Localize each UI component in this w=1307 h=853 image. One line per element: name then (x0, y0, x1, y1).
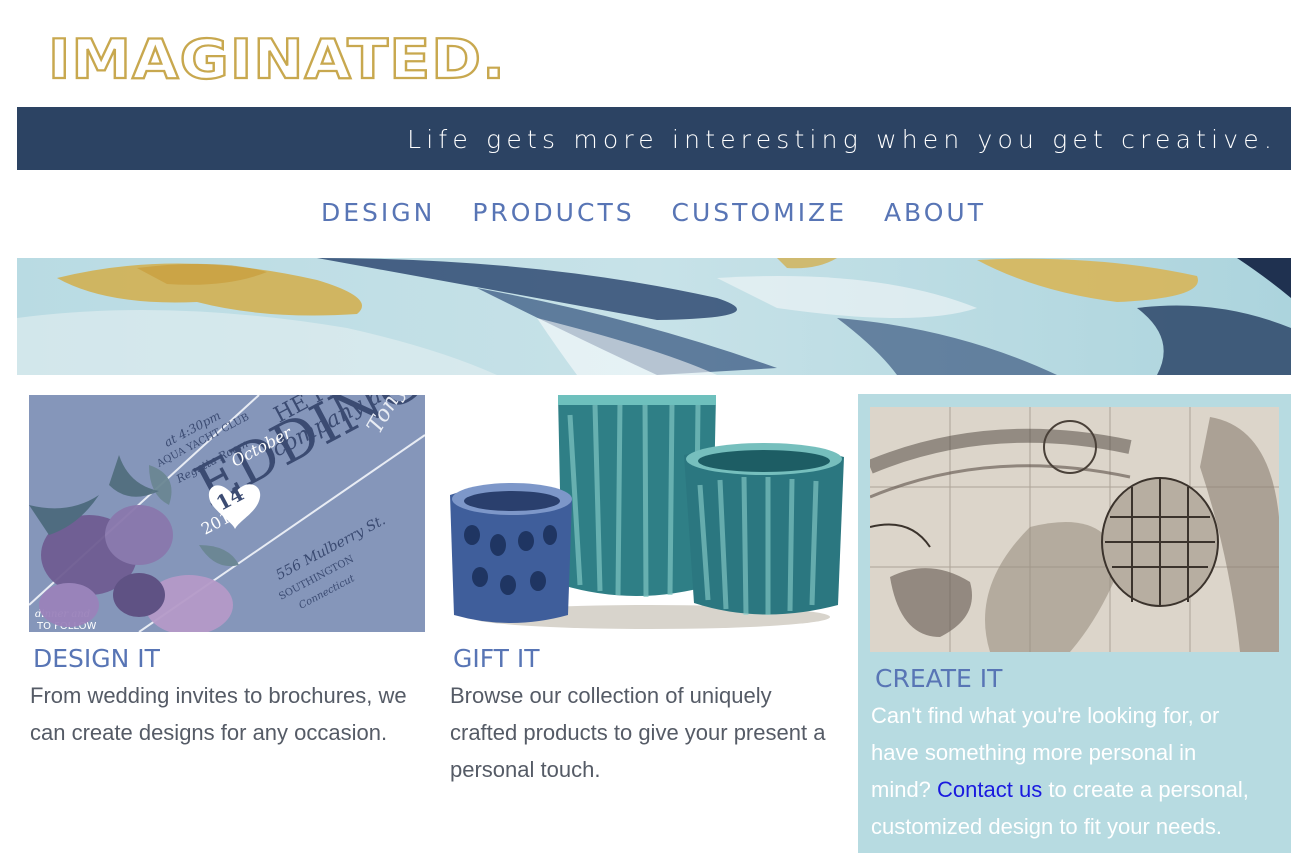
tagline-text: Life gets more interesting when you get … (407, 125, 1277, 154)
create-it-title[interactable]: CREATE IT (875, 664, 1002, 693)
main-nav: DESIGN PRODUCTS CUSTOMIZE ABOUT (0, 198, 1307, 227)
design-it-image[interactable]: HE PLEASURE company at their EDDING at 4… (29, 395, 425, 632)
gift-it-image[interactable] (450, 395, 844, 632)
nav-item-design[interactable]: DESIGN (321, 198, 435, 227)
nav-item-about[interactable]: ABOUT (884, 198, 986, 227)
gift-it-title[interactable]: GIFT IT (453, 644, 540, 673)
design-it-description: From wedding invites to brochures, we ca… (30, 683, 407, 745)
nav-item-customize[interactable]: CUSTOMIZE (672, 198, 847, 227)
hero-banner-image (17, 258, 1291, 375)
nav-item-products[interactable]: PRODUCTS (472, 198, 634, 227)
logo-inline-stroke: IMAGINATED. (48, 28, 506, 86)
site-logo[interactable]: IMAGINATED. IMAGINATED. (47, 27, 510, 92)
create-it-image[interactable] (870, 407, 1279, 652)
gift-it-description: Browse our collection of uniquely crafte… (450, 683, 826, 782)
create-it-description: Can't find what you're looking for, or h… (871, 697, 1261, 845)
tagline-bar: Life gets more interesting when you get … (17, 107, 1291, 170)
design-it-title[interactable]: DESIGN IT (33, 644, 160, 673)
contact-us-link[interactable]: Contact us (937, 777, 1042, 802)
